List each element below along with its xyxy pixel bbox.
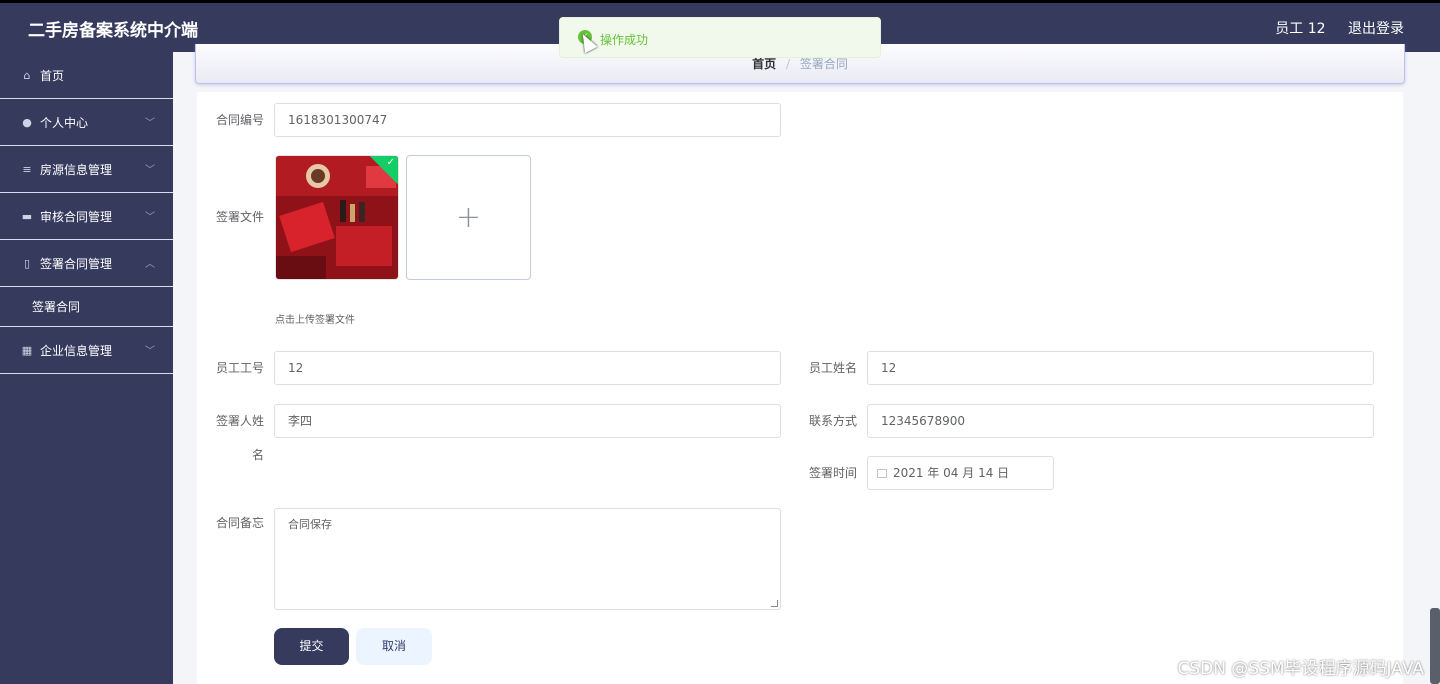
briefcase-icon: ▬ <box>21 209 33 223</box>
employee-no-input[interactable]: 12 <box>274 351 781 385</box>
breadcrumb-separator: / <box>785 57 791 71</box>
employee-no-label: 员工工号 <box>215 361 264 375</box>
check-icon: ✓ <box>386 157 395 168</box>
sidebar-item-sign-contract[interactable]: ▯ 签署合同管理 ︿ <box>0 240 173 287</box>
remark-value: 合同保存 <box>288 518 332 531</box>
upload-tip: 点击上传签署文件 <box>275 315 355 326</box>
contract-no-input[interactable]: 1618301300747 <box>274 103 781 137</box>
sidebar-item-label: 签署合同管理 <box>40 256 113 271</box>
chevron-down-icon: ﹀ <box>145 165 155 176</box>
chevron-down-icon: ﹀ <box>145 118 155 129</box>
chevron-up-icon: ︿ <box>145 259 155 270</box>
sidebar-item-label: 审核合同管理 <box>40 209 113 224</box>
signer-name-label: 签署人姓 <box>215 414 264 428</box>
sidebar-item-home[interactable]: ⌂ 首页 <box>0 52 173 99</box>
success-toast: ✓ 操作成功 <box>559 17 881 58</box>
sidebar-item-label: 企业信息管理 <box>40 343 113 358</box>
sign-file-label: 签署文件 <box>215 210 264 224</box>
sidebar-item-label: 房源信息管理 <box>40 162 113 177</box>
sidebar-item-house-info[interactable]: ≡ 房源信息管理 ﹀ <box>0 146 173 193</box>
grid-icon: ▦ <box>21 343 33 357</box>
sidebar-subitem-sign-contract[interactable]: 签署合同 <box>0 287 173 327</box>
sign-time-label: 签署时间 <box>808 466 857 480</box>
remark-textarea[interactable]: 合同保存 <box>274 508 781 610</box>
scrollbar[interactable] <box>1430 608 1440 684</box>
signer-name-input[interactable]: 李四 <box>274 404 781 438</box>
current-user[interactable]: 员工 12 <box>1275 21 1325 37</box>
logout-button[interactable]: 退出登录 <box>1348 21 1404 37</box>
contact-label: 联系方式 <box>808 414 857 428</box>
cancel-button[interactable]: 取消 <box>356 628 432 665</box>
sign-time-picker[interactable]: 2021 年 04 月 14 日 <box>867 456 1054 490</box>
sidebar: ⌂ 首页 ● 个人中心 ﹀ ≡ 房源信息管理 ﹀ ▬ 审核合同管理 ﹀ ▯ 签署… <box>0 52 173 684</box>
contact-input[interactable]: 12345678900 <box>867 404 1374 438</box>
upload-button[interactable]: + <box>406 155 531 280</box>
microphone-icon: ▯ <box>23 256 31 270</box>
chevron-down-icon: ﹀ <box>145 346 155 357</box>
remark-label: 合同备忘 <box>215 516 264 530</box>
breadcrumb-current: 签署合同 <box>799 57 848 71</box>
uploaded-file-thumbnail[interactable]: ✓ <box>275 155 399 280</box>
app-title: 二手房备案系统中介端 <box>28 21 198 41</box>
home-icon: ⌂ <box>23 68 31 82</box>
breadcrumb-home[interactable]: 首页 <box>752 57 776 71</box>
sidebar-item-personal-center[interactable]: ● 个人中心 ﹀ <box>0 99 173 146</box>
sidebar-item-label: 首页 <box>40 68 65 83</box>
plus-icon: + <box>455 200 482 235</box>
resize-handle-icon[interactable] <box>771 600 778 607</box>
watermark: CSDN @SSM毕设程序源码JAVA <box>1177 659 1424 679</box>
header-actions: 员工 12 退出登录 <box>1257 18 1404 38</box>
sidebar-item-review-contract[interactable]: ▬ 审核合同管理 ﹀ <box>0 193 173 240</box>
sign-time-value: 2021 年 04 月 14 日 <box>893 466 1010 480</box>
sidebar-item-company-info[interactable]: ▦ 企业信息管理 ﹀ <box>0 327 173 374</box>
calendar-icon <box>877 469 887 478</box>
employee-name-label: 员工姓名 <box>808 361 857 375</box>
submit-button[interactable]: 提交 <box>274 628 349 665</box>
uploaded-image <box>276 156 398 279</box>
signer-name-label-cont: 名 <box>251 448 264 462</box>
contract-no-label: 合同编号 <box>215 113 264 127</box>
list-icon: ≡ <box>22 162 32 176</box>
chevron-down-icon: ﹀ <box>145 212 155 223</box>
user-icon: ● <box>22 115 32 129</box>
employee-name-input[interactable]: 12 <box>867 351 1374 385</box>
toast-message: 操作成功 <box>600 33 649 47</box>
sidebar-item-label: 个人中心 <box>40 115 89 130</box>
